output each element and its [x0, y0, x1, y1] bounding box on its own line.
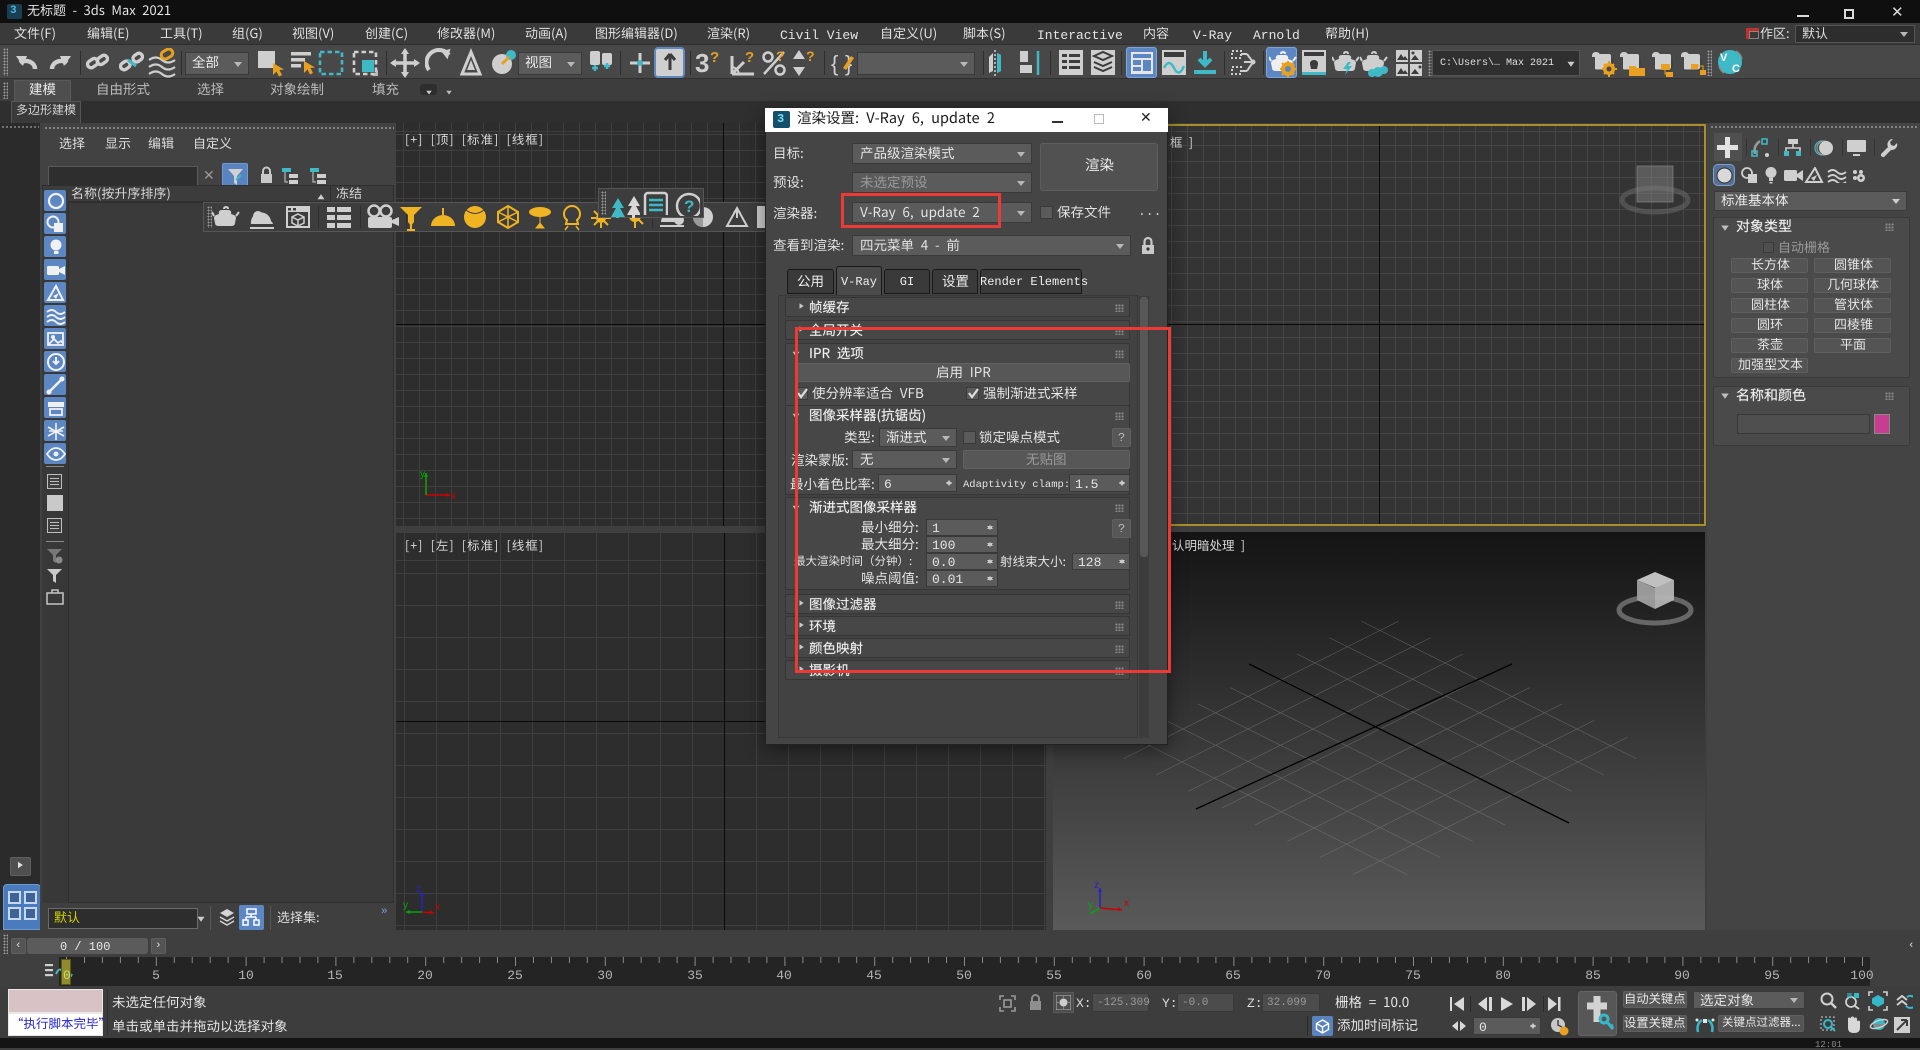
svg-text:C: C — [1732, 63, 1740, 75]
svg-text:V: V — [1720, 52, 1728, 64]
svg-text:?: ? — [684, 197, 694, 216]
svg-text:{: { — [831, 51, 838, 76]
svg-text:?: ? — [710, 49, 719, 66]
svg-text:?: ? — [776, 48, 785, 64]
svg-text:x: x — [451, 491, 456, 502]
svg-text:y: y — [403, 900, 408, 911]
svg-text:?: ? — [745, 50, 754, 66]
svg-text:3: 3 — [695, 48, 709, 78]
svg-text:z: z — [416, 884, 421, 895]
svg-text:?: ? — [806, 48, 815, 64]
svg-text:x: x — [435, 902, 440, 913]
svg-text:y: y — [420, 469, 425, 480]
